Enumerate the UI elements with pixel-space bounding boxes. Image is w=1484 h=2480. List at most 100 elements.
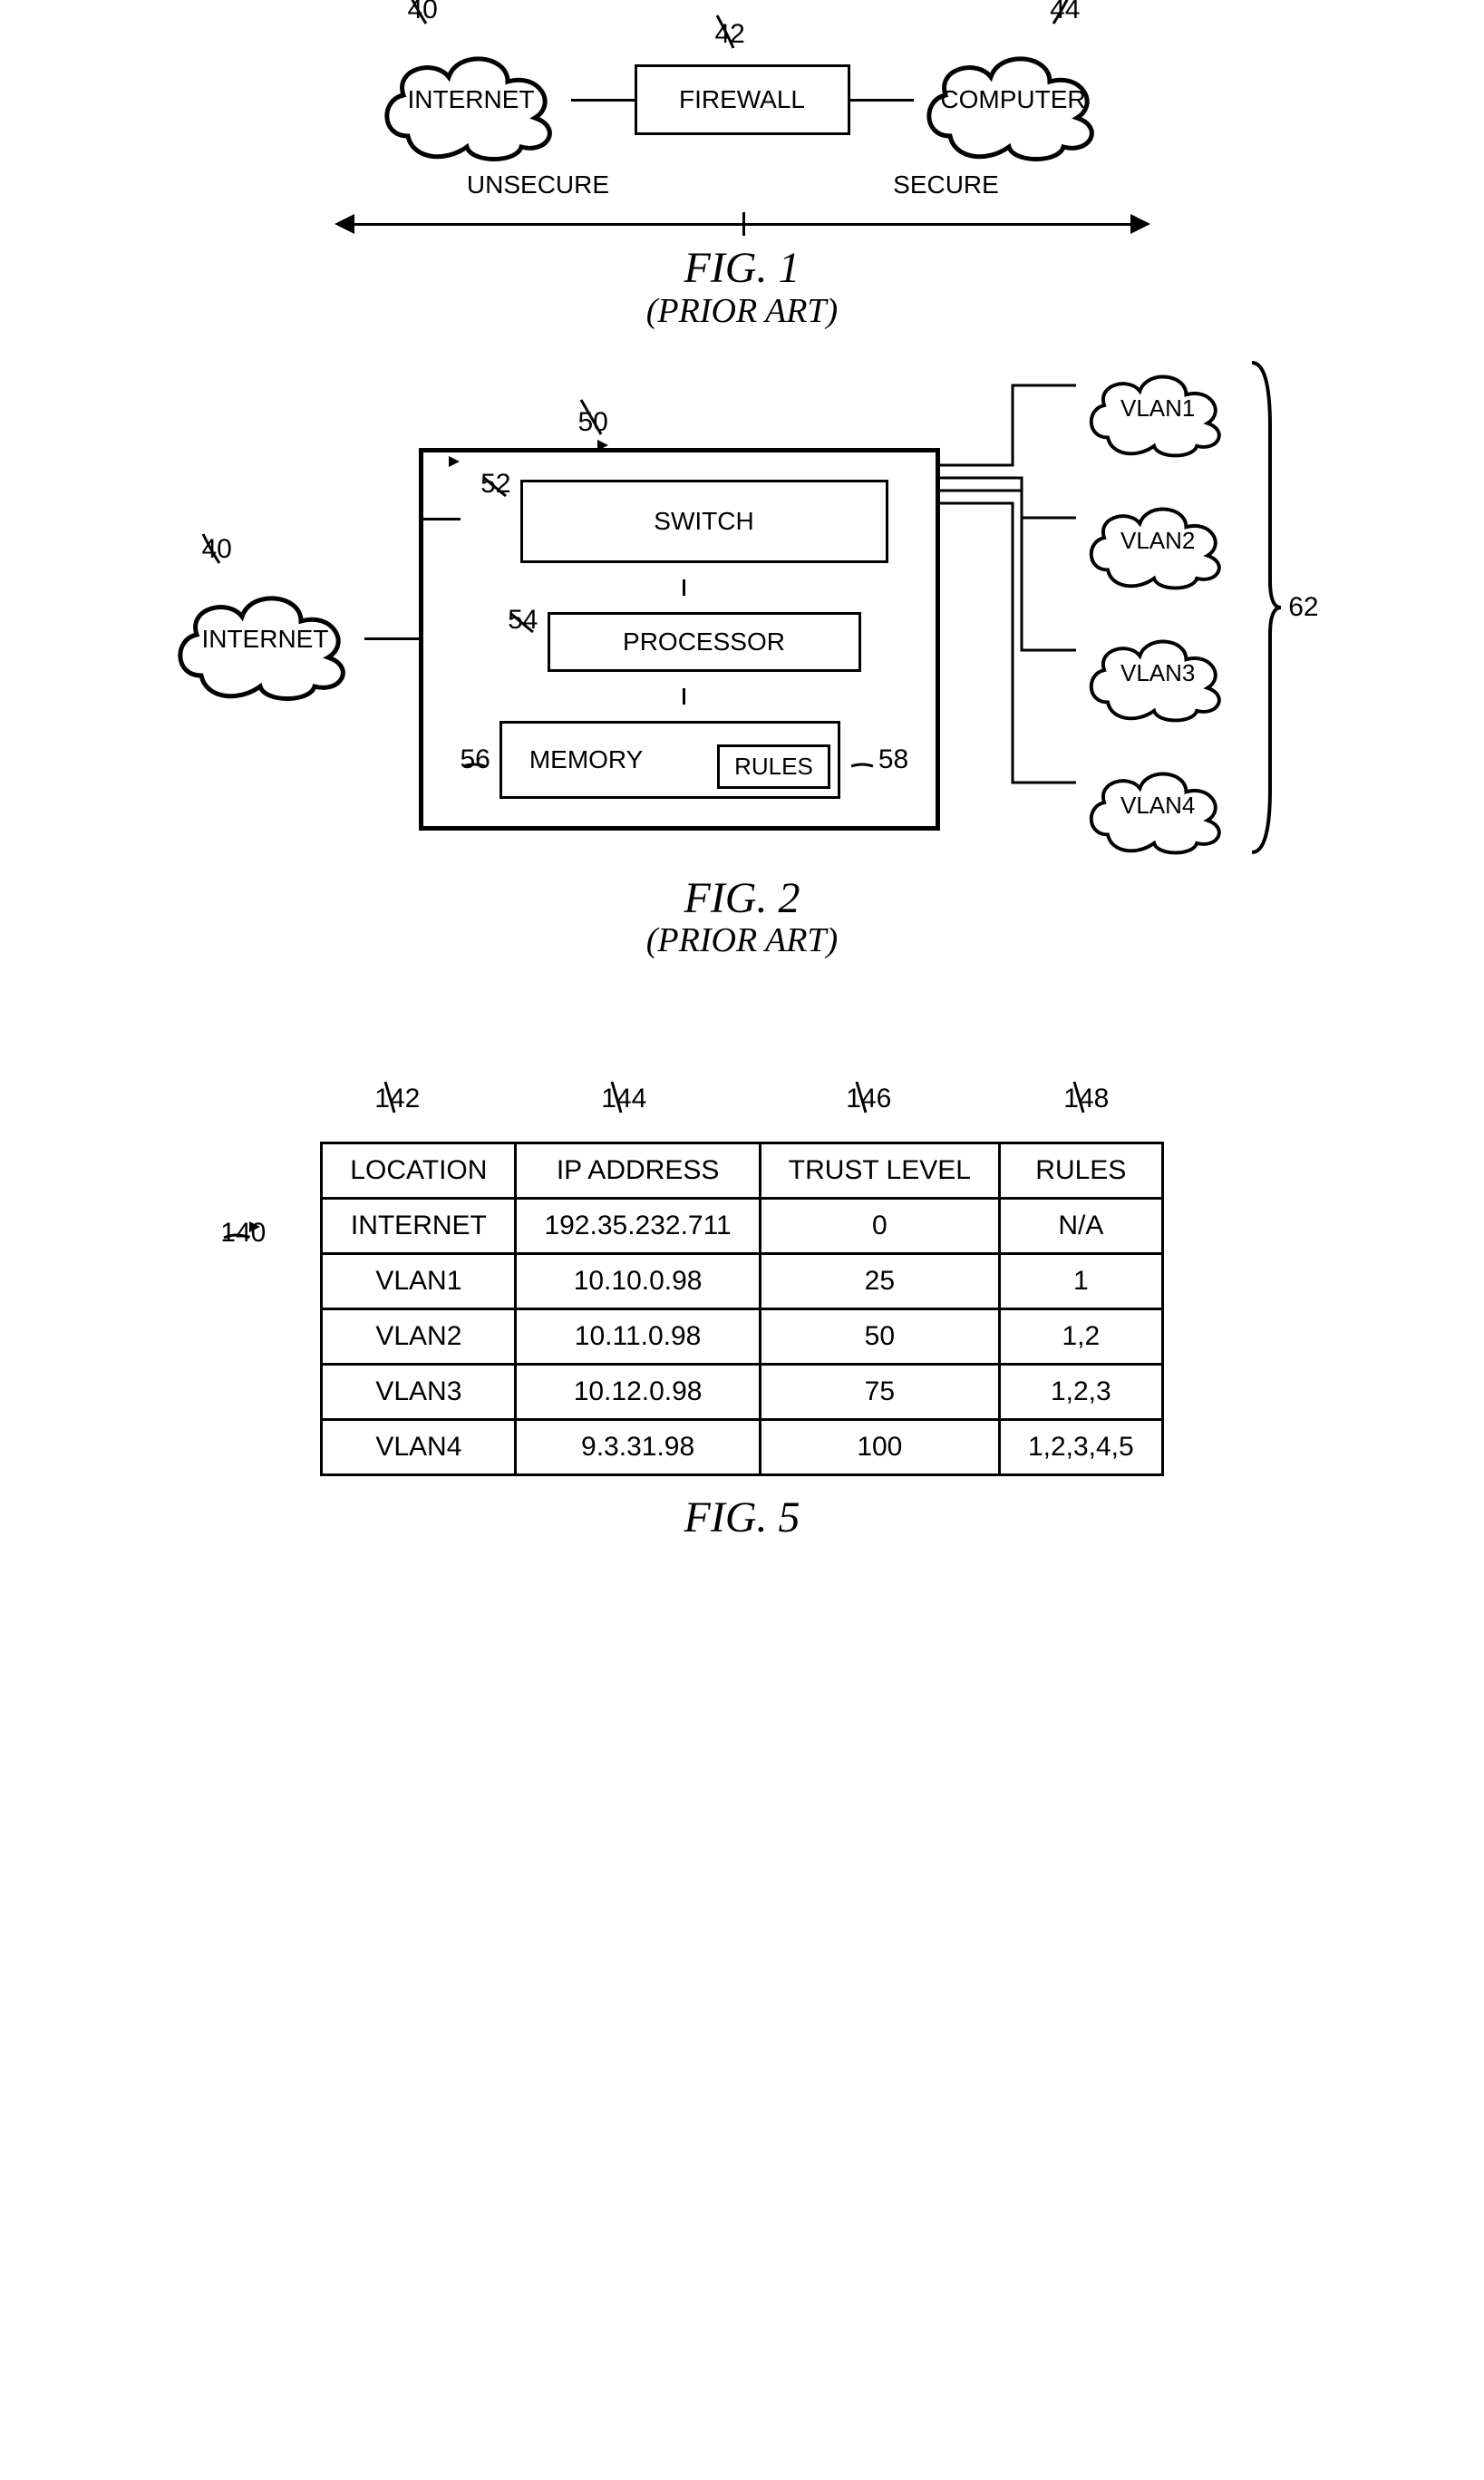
fig2-caption-sub: (PRIOR ART) [646,922,838,960]
ref-148: 148 [1063,1084,1109,1114]
table-cell: VLAN1 [322,1254,516,1309]
fig1-caption-sub: (PRIOR ART) [646,293,838,331]
figure-1: 40 INTERNET 42 FIREWALL [335,36,1150,331]
ref-44-text: 44 [1050,0,1080,25]
ref-62-text: 62 [1288,592,1318,623]
vlan2-label: VLAN2 [1120,527,1195,555]
ref-56-text: 56 [460,744,490,775]
ref-54-text: 54 [508,605,538,636]
vlan2-cloud: VLAN2 [1076,491,1239,591]
table-row: INTERNET192.35.232.7110N/A [322,1199,1162,1254]
fig5-table: LOCATIONIP ADDRESSTRUST LEVELRULES INTER… [320,1142,1163,1476]
table-cell: 9.3.31.98 [516,1420,760,1475]
ref-58: 58 [849,744,908,775]
ref-140: 140 [220,1218,266,1249]
internet-label: INTERNET [408,85,535,114]
table-cell: VLAN2 [322,1309,516,1365]
arrow-right-icon [1130,214,1150,234]
connector-line [850,99,914,102]
ref-50-text: 50 [577,407,607,438]
switch-row: 52 SWITCH [480,480,887,563]
ref-42: 42 [714,19,744,50]
table-wrap: 142 144 146 148 140 [320,1142,1163,1476]
ref-42-text: 42 [714,19,744,50]
ref-144: 144 [601,1084,646,1114]
rules-box: RULES [717,744,830,789]
fig1-row: 40 INTERNET 42 FIREWALL [372,36,1113,163]
connector-line [421,518,461,520]
ref-40: 40 [408,0,438,25]
ref-146-text: 146 [846,1084,891,1114]
table-row: VLAN310.12.0.98751,2,3 [322,1365,1162,1420]
ref-52: 52 [480,469,510,500]
table-row: VLAN49.3.31.981001,2,3,4,5 [322,1420,1162,1475]
ref-144-text: 144 [601,1084,646,1114]
ref-40-b: 40 [201,534,231,565]
table-header-cell: LOCATION [322,1143,516,1199]
ref-40-b-text: 40 [201,534,231,565]
table-cell: 1,2 [999,1309,1162,1365]
internet-cloud: INTERNET [165,576,364,703]
ref-54: 54 [508,605,538,636]
firewall-block: 50 52 SWITCH 5 [419,448,940,831]
ref-146: 146 [846,1084,891,1114]
processor-label: PROCESSOR [623,627,785,656]
ref-52-text: 52 [480,469,510,500]
page: 40 INTERNET 42 FIREWALL [18,36,1466,1542]
ref-50: 50 [577,407,607,438]
connector-line [364,637,419,640]
computer-label: COMPUTER [940,85,1085,114]
ref-148-text: 148 [1063,1084,1109,1114]
fig5-caption: FIG. 5 [684,1494,800,1542]
table-header-cell: IP ADDRESS [516,1143,760,1199]
fig2-caption: FIG. 2 (PRIOR ART) [646,875,838,961]
internet-cloud: INTERNET [372,36,571,163]
table-cell: N/A [999,1199,1162,1254]
security-labels: UNSECURE SECURE [335,170,1150,199]
fig2-caption-main: FIG. 2 [646,875,838,923]
vlan4-label: VLAN4 [1120,792,1195,820]
table-cell: INTERNET [322,1199,516,1254]
vlan4-cloud: VLAN4 [1076,756,1239,856]
fig5-caption-main: FIG. 5 [684,1494,800,1542]
figure-2: 40 INTERNET 50 52 [165,413,1318,961]
ref-56: 56 [460,744,490,775]
table-cell: 1 [999,1254,1162,1309]
ref-40-text: 40 [408,0,438,25]
fig1-caption: FIG. 1 (PRIOR ART) [646,245,838,331]
table-cell: 10.10.0.98 [516,1254,760,1309]
computer-cloud: COMPUTER [914,36,1113,163]
table-cell: 1,2,3,4,5 [999,1420,1162,1475]
firewall-box: FIREWALL [635,64,850,135]
table-header-cell: TRUST LEVEL [760,1143,999,1199]
vlan-column: VLAN1 VLAN2 VLAN3 VLAN4 [1076,359,1239,856]
secure-label: SECURE [742,170,1150,199]
unsecure-label: UNSECURE [335,170,742,199]
vlan3-cloud: VLAN3 [1076,624,1239,724]
table-cell: 25 [760,1254,999,1309]
memory-row: 56 MEMORY RULES 58 [460,721,908,799]
table-row: VLAN110.10.0.98251 [322,1254,1162,1309]
table-cell: 10.12.0.98 [516,1365,760,1420]
processor-row: 54 PROCESSOR [508,612,860,672]
memory-label: MEMORY [529,745,644,774]
table-cell: VLAN3 [322,1365,516,1420]
axis-tick [742,212,745,236]
ref-142-text: 142 [374,1084,420,1114]
table-cell: 10.11.0.98 [516,1309,760,1365]
table-cell: 50 [760,1309,999,1365]
table-cell: 192.35.232.711 [516,1199,760,1254]
ref-58-text: 58 [878,744,908,775]
table-cell: 1,2,3 [999,1365,1162,1420]
security-axis [335,210,1150,238]
switch-vlan-connectors [940,358,1076,866]
connector-line [571,99,635,102]
connector-line [683,688,685,705]
figure-5: 142 144 146 148 140 [320,1142,1163,1542]
internet-label: INTERNET [201,625,328,654]
computer-node: 44 COMPUTER [914,36,1113,163]
ref-44: 44 [1050,0,1080,25]
table-header-row: LOCATIONIP ADDRESSTRUST LEVELRULES [322,1143,1162,1199]
connector-line [683,579,685,596]
processor-box: PROCESSOR [548,612,861,672]
